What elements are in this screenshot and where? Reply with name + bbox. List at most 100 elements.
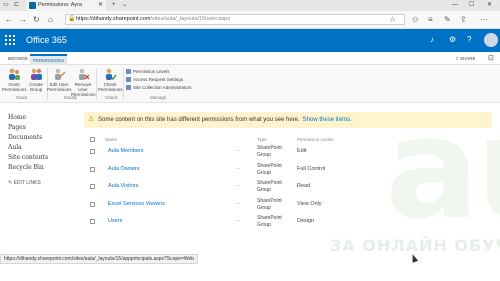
tab-back-icon[interactable]: ⊏: [14, 0, 19, 11]
share-link[interactable]: ⇪ SHARE: [455, 55, 476, 63]
new-tab-icon[interactable]: +: [112, 0, 116, 11]
access-request-settings-button[interactable]: Access Request Settings: [126, 77, 183, 83]
maximize-button[interactable]: ☐: [469, 0, 474, 11]
nav-pages[interactable]: Pages: [8, 123, 78, 133]
create-group-button[interactable]: Create Group: [24, 67, 48, 92]
row-permission-level: Read: [297, 183, 311, 189]
row-name[interactable]: Aula Owners: [108, 166, 140, 172]
tab-list-icon[interactable]: ⌄: [122, 0, 127, 11]
gear-icon[interactable]: ⚙: [449, 34, 456, 46]
site-collection-admins-label: Site Collection Administrators: [133, 85, 192, 90]
favorite-star-icon[interactable]: ☆: [389, 14, 396, 25]
bell-icon[interactable]: ♪: [430, 34, 434, 46]
banner-text: Some content on this site has different …: [98, 117, 300, 123]
create-group-label: Create Group: [29, 82, 43, 92]
col-header-level[interactable]: Permission Levels: [297, 137, 334, 142]
group-label-grant: Grant: [16, 95, 28, 100]
edit-links-label: EDIT LINKS: [13, 180, 41, 186]
nav-aula[interactable]: Aula: [8, 143, 78, 153]
people-icon: [9, 68, 20, 80]
nav-site-contents[interactable]: Site contents: [8, 153, 78, 163]
row-permission-level: Design: [297, 218, 315, 224]
edit-user-permissions-label: Edit User Permissions: [47, 82, 72, 92]
ribbon-tabs: BROWSE PERMISSIONS ⇪ SHARE ⊡: [0, 52, 500, 66]
notes-icon[interactable]: ✎: [444, 14, 451, 25]
check-permissions-button[interactable]: Check Permissions: [98, 67, 123, 92]
select-all-checkbox[interactable]: [90, 137, 95, 142]
access-request-icon: [126, 77, 131, 82]
help-icon[interactable]: ?: [467, 34, 471, 46]
sharepoint-icon: [29, 2, 36, 9]
tab-close-icon[interactable]: ✕: [98, 0, 103, 11]
show-items-link[interactable]: Show these items.: [303, 117, 352, 123]
row-type: SharePoint Group: [257, 198, 282, 211]
row-checkbox[interactable]: [90, 202, 95, 207]
url-path: /sites/aula/_layouts/15/user.aspx: [150, 16, 231, 22]
grant-permissions-button[interactable]: Grant Permissions: [2, 67, 27, 92]
share-icon[interactable]: ⇪: [460, 14, 467, 25]
status-bar-url: https://dihandy.sharepoint.com/sites/aul…: [0, 254, 199, 264]
favorites-icon[interactable]: ✩: [412, 14, 419, 25]
check-permissions-icon: [106, 68, 117, 80]
row-type: SharePoint Group: [257, 180, 282, 193]
forward-icon[interactable]: →: [19, 14, 27, 25]
group-label-manage: Manage: [150, 95, 167, 100]
brand-title[interactable]: Office 365: [26, 34, 67, 46]
focus-icon[interactable]: ⊡: [488, 54, 494, 62]
nav-documents[interactable]: Documents: [8, 133, 78, 143]
row-menu-ellipsis[interactable]: ...: [236, 165, 241, 171]
ribbon-separator: [123, 68, 124, 100]
permission-levels-button[interactable]: Permission Levels: [126, 69, 170, 75]
nav-recycle-bin[interactable]: Recycle Bin: [8, 163, 78, 173]
row-type: SharePoint Group: [257, 215, 282, 228]
address-input[interactable]: 🔒 https://dihandy.sharepoint.com/sites/a…: [65, 14, 405, 25]
row-menu-ellipsis[interactable]: ...: [236, 200, 241, 206]
refresh-icon[interactable]: ↻: [33, 14, 40, 25]
site-collection-admins-button[interactable]: Site Collection Administrators: [126, 85, 192, 91]
browser-tab[interactable]: Permissions: Ayra ✕: [26, 0, 106, 11]
tab-preview-icon[interactable]: ▭: [3, 0, 9, 11]
url-host: https://dihandy.sharepoint.com: [76, 16, 151, 22]
tab-browse[interactable]: BROWSE: [8, 55, 28, 63]
row-permission-level: Full Control: [297, 166, 326, 172]
tab-strip: ▭ ⊏ Permissions: Ayra ✕ + ⌄ — ☐ ✕: [0, 0, 500, 11]
minimize-button[interactable]: —: [452, 0, 458, 11]
avatar[interactable]: [484, 33, 498, 47]
back-icon[interactable]: ←: [5, 14, 13, 25]
suite-bar: Office 365 ♪ ⚙ ?: [0, 29, 500, 52]
close-button[interactable]: ✕: [487, 0, 492, 11]
row-name[interactable]: Users: [108, 218, 122, 224]
row-menu-ellipsis[interactable]: ...: [236, 182, 241, 188]
remove-user-permissions-button[interactable]: Remove User Permissions: [71, 67, 96, 97]
col-header-name[interactable]: Name: [105, 137, 117, 142]
row-menu-ellipsis[interactable]: ...: [236, 147, 241, 153]
row-checkbox[interactable]: [90, 184, 95, 189]
hub-icon[interactable]: ≡: [428, 14, 433, 25]
grant-permissions-label: Grant Permissions: [2, 82, 27, 92]
remove-user-icon: [79, 68, 90, 80]
row-checkbox[interactable]: [90, 167, 95, 172]
col-header-type[interactable]: Type: [257, 137, 267, 142]
edit-user-permissions-button[interactable]: Edit User Permissions: [47, 67, 72, 92]
waffle-icon[interactable]: [5, 35, 15, 45]
group-label-check: Check: [105, 95, 118, 100]
row-name[interactable]: Aula Visitors: [108, 183, 138, 189]
row-name[interactable]: Excel Services Viewers: [108, 201, 165, 207]
group-label-modify: Modify: [64, 95, 78, 100]
check-permissions-label: Check Permissions: [98, 82, 123, 92]
row-name[interactable]: Aula Members: [108, 148, 143, 154]
nav-home[interactable]: Home: [8, 113, 78, 123]
more-icon[interactable]: ···: [480, 14, 488, 25]
warning-icon: ⚠: [88, 116, 95, 123]
edit-links[interactable]: ✎ EDIT LINKS: [8, 180, 41, 186]
group-icon: [31, 68, 42, 80]
home-icon[interactable]: ⌂: [48, 14, 53, 25]
row-menu-ellipsis[interactable]: ...: [236, 217, 241, 223]
lock-icon: 🔒: [68, 16, 76, 22]
row-checkbox[interactable]: [90, 149, 95, 154]
permission-levels-label: Permission Levels: [133, 69, 170, 74]
share-label: SHARE: [460, 56, 476, 61]
row-permission-level: View Only: [297, 201, 322, 207]
tab-title: Permissions: Ayra: [38, 2, 82, 8]
row-checkbox[interactable]: [90, 219, 95, 224]
